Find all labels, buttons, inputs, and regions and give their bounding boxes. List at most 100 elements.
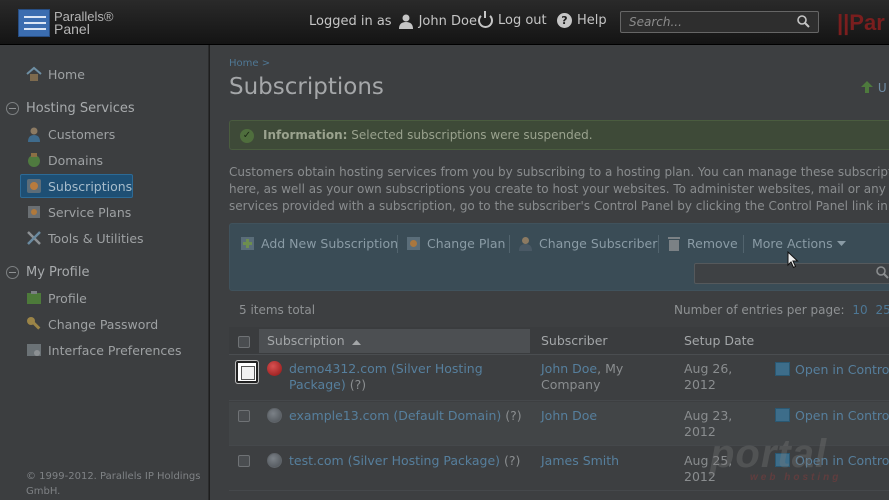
sidebar-item-home[interactable]: Home <box>26 66 85 82</box>
description-line-1: Customers obtain hosting services from y… <box>229 165 889 179</box>
sidebar-item-subscriptions[interactable]: Subscriptions <box>26 178 132 194</box>
arrow-up-icon <box>861 81 873 93</box>
change-plan-button[interactable]: Change Plan <box>406 236 505 251</box>
add-subscription-button[interactable]: Add New Subscription <box>240 236 398 251</box>
subscriber-link[interactable]: John Doe <box>541 408 597 423</box>
watermark-main: portal <box>710 432 828 476</box>
per-page-10[interactable]: 10 <box>852 303 867 317</box>
sidebar-item-interface-preferences[interactable]: Interface Preferences <box>26 342 181 358</box>
logo-line-2: Panel <box>54 21 90 37</box>
logout-link[interactable]: Log out <box>478 11 547 28</box>
info-message: ✓ Information: Selected subscriptions we… <box>229 120 889 150</box>
sidebar-item-customers[interactable]: Customers <box>26 126 115 142</box>
open-control-panel-icon <box>775 408 790 422</box>
row-checkbox[interactable] <box>238 410 250 422</box>
column-setup-date[interactable]: Setup Date <box>684 333 754 348</box>
remove-button[interactable]: Remove <box>667 236 738 251</box>
sidebar-item-domains-label: Domains <box>48 152 104 168</box>
tools-icon <box>27 231 41 245</box>
per-page-25[interactable]: 25 <box>876 303 889 317</box>
collapse-icon[interactable] <box>6 266 19 279</box>
row-checkbox[interactable] <box>236 361 258 383</box>
setup-date-line-1: Aug 23, <box>684 408 733 423</box>
subscriber-link[interactable]: John Doe <box>541 361 597 376</box>
change-subscriber-button[interactable]: Change Subscriber <box>518 236 657 251</box>
sidebar-item-tools[interactable]: Tools & Utilities <box>26 230 144 246</box>
power-icon <box>478 11 493 28</box>
change-subscriber-label: Change Subscriber <box>539 236 658 251</box>
search-icon[interactable] <box>876 266 889 279</box>
items-total: 5 items total <box>239 303 316 317</box>
open-control-panel-label: Open in Control <box>795 408 889 423</box>
help-tooltip[interactable]: (?) <box>505 408 521 423</box>
per-page-label: Number of entries per page: <box>674 303 845 317</box>
add-subscription-icon <box>241 237 254 250</box>
entries-per-page: Number of entries per page: 10 25 1 <box>674 303 889 317</box>
logged-in-info: Logged in as John Doe <box>309 13 477 29</box>
domain-icon <box>28 153 40 167</box>
row-checkbox[interactable] <box>238 455 250 467</box>
sidebar-item-profile[interactable]: Profile <box>26 290 87 306</box>
collapse-icon[interactable] <box>6 102 19 115</box>
more-actions-dropdown[interactable]: More Actions <box>752 236 846 251</box>
sidebar-item-service-plans[interactable]: Service Plans <box>26 204 131 220</box>
brand-right-logo: ||Par <box>837 10 885 35</box>
subscription-icon <box>27 179 41 193</box>
select-all-checkbox[interactable] <box>238 336 250 348</box>
sidebar-item-profile-label: Profile <box>48 290 87 306</box>
description-line-3: services provided with a subscription, g… <box>229 199 889 213</box>
column-subscriber[interactable]: Subscriber <box>541 333 608 348</box>
column-subscription[interactable]: Subscription <box>267 333 361 348</box>
suspended-status-icon <box>267 361 282 376</box>
key-icon <box>27 317 41 330</box>
help-tooltip[interactable]: (?) <box>350 377 366 392</box>
setup-date-line-2: 2012 <box>684 377 716 392</box>
trash-icon <box>668 237 680 251</box>
search-placeholder: Search... <box>629 15 682 29</box>
subscriber-cell: John Doe <box>541 408 597 424</box>
description-line-2: here, as well as your own subscriptions … <box>229 182 889 196</box>
global-search-input[interactable]: Search... <box>620 11 819 33</box>
subscription-link[interactable]: test.com (Silver Hosting Package) <box>289 453 500 468</box>
subscription-link-cont[interactable]: Package) <box>289 377 346 392</box>
breadcrumb[interactable]: Home > <box>229 58 270 69</box>
remove-label: Remove <box>687 236 738 251</box>
sidebar-item-subscriptions-label: Subscriptions <box>48 178 133 194</box>
subscription-link[interactable]: demo4312.com (Silver Hosting <box>289 361 483 377</box>
help-icon: ? <box>557 13 572 28</box>
profile-card-icon <box>27 291 41 304</box>
search-icon[interactable] <box>797 15 810 28</box>
open-control-panel-link[interactable]: Open in Control <box>775 362 889 378</box>
logout-label: Log out <box>498 13 547 28</box>
mouse-cursor-icon <box>787 251 799 269</box>
upload-link[interactable]: U <box>860 80 887 95</box>
help-label: Help <box>577 13 607 28</box>
parallels-logo-icon <box>18 9 50 37</box>
help-link[interactable]: ? Help <box>557 13 607 28</box>
sidebar-item-tools-label: Tools & Utilities <box>48 230 144 246</box>
subscription-link[interactable]: example13.com (Default Domain) <box>289 408 501 423</box>
user-icon <box>398 14 413 29</box>
section-profile-label: My Profile <box>26 265 90 280</box>
subscriber-cell: James Smith <box>541 453 619 469</box>
subscription-name-cell: demo4312.com (Silver Hosting Package) (?… <box>289 361 483 393</box>
service-plans-icon <box>28 206 40 218</box>
subscriber-link[interactable]: James Smith <box>541 453 619 468</box>
sidebar-item-change-password[interactable]: Change Password <box>26 316 158 332</box>
left-sidebar: Home Hosting Services Customers Domains … <box>0 45 209 500</box>
sidebar-item-change-password-label: Change Password <box>48 316 159 332</box>
section-my-profile[interactable]: My Profile <box>6 265 89 280</box>
setup-date-line-1: Aug 26, <box>684 361 733 376</box>
change-plan-icon <box>407 237 420 250</box>
section-hosting-services[interactable]: Hosting Services <box>6 101 135 116</box>
user-name-link[interactable]: John Doe <box>419 14 477 29</box>
active-status-icon <box>267 408 282 423</box>
breadcrumb-home[interactable]: Home > <box>229 58 270 69</box>
help-tooltip[interactable]: (?) <box>504 453 520 468</box>
parallels-logo[interactable]: Parallels® Panel <box>18 9 113 37</box>
logged-in-label: Logged in as <box>309 13 392 29</box>
sidebar-item-customers-label: Customers <box>48 126 116 142</box>
sidebar-item-interface-preferences-label: Interface Preferences <box>48 342 182 358</box>
open-control-panel-link[interactable]: Open in Control <box>775 408 889 424</box>
sidebar-item-domains[interactable]: Domains <box>26 152 103 168</box>
